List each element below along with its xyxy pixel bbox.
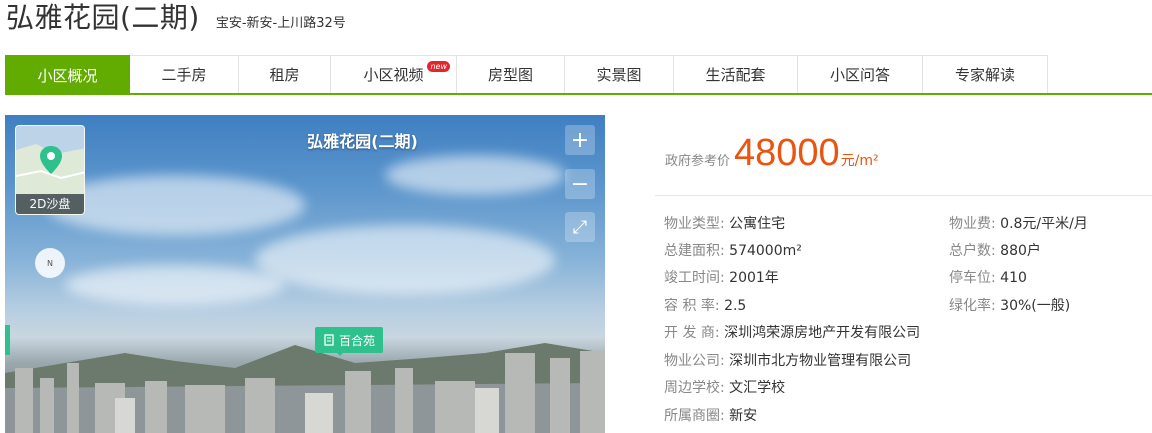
tab-label: 生活配套 bbox=[705, 66, 766, 84]
tab-floor-plans[interactable]: 房型图 bbox=[457, 55, 565, 93]
tab-bar: 小区概况 二手房 租房 小区视频 new 房型图 实景图 生活配套 小区问答 专… bbox=[5, 55, 1152, 95]
info-value: 公寓住宅 bbox=[729, 216, 786, 232]
info-value: 880户 bbox=[1000, 243, 1041, 259]
tab-second-hand[interactable]: 二手房 bbox=[130, 55, 239, 93]
tab-qa[interactable]: 小区问答 bbox=[798, 55, 923, 93]
plus-icon: + bbox=[570, 127, 590, 153]
info-row: 物业公司: 深圳市北方物业管理有限公司 bbox=[664, 353, 911, 369]
side-handle[interactable] bbox=[5, 325, 10, 355]
price-block: 政府参考价 48000 元/m² bbox=[665, 132, 879, 175]
tab-label: 实景图 bbox=[596, 66, 642, 84]
info-value: 新安 bbox=[729, 408, 758, 424]
panorama-viewer[interactable]: 弘雅花园(二期) 2D沙盘 N + − ⤢ 百合苑 bbox=[5, 115, 605, 433]
sandtable-map-button[interactable]: 2D沙盘 bbox=[15, 125, 85, 215]
price-unit: 元/m² bbox=[840, 153, 879, 169]
tab-label: 小区概况 bbox=[37, 67, 98, 85]
building-icon bbox=[324, 334, 334, 346]
info-value: 30%(一般) bbox=[1000, 298, 1071, 314]
price-value: 48000 bbox=[734, 132, 840, 174]
zoom-out-button[interactable]: − bbox=[565, 169, 595, 199]
info-key: 周边学校: bbox=[664, 380, 725, 396]
info-row: 物业费: 0.8元/平米/月 bbox=[949, 216, 1088, 232]
info-row: 停车位: 410 bbox=[949, 270, 1027, 286]
info-value: 深圳鸿荣源房地产开发有限公司 bbox=[724, 325, 921, 341]
page-header: 弘雅花园(二期) 宝安-新安-上川路32号 bbox=[6, 0, 346, 40]
new-badge: new bbox=[427, 61, 450, 72]
info-row: 周边学校: 文汇学校 bbox=[664, 380, 785, 396]
tab-expert[interactable]: 专家解读 bbox=[923, 55, 1048, 93]
address-text: 宝安-新安-上川路32号 bbox=[215, 16, 346, 31]
tab-label: 小区问答 bbox=[829, 66, 890, 84]
info-value: 文汇学校 bbox=[729, 380, 786, 396]
info-key: 容 积 率: bbox=[664, 298, 720, 314]
info-value: 深圳市北方物业管理有限公司 bbox=[729, 353, 912, 369]
info-key: 总户数: bbox=[949, 243, 996, 259]
page-title: 弘雅花园(二期) bbox=[6, 1, 200, 34]
fullscreen-button[interactable]: ⤢ bbox=[565, 212, 595, 242]
map-thumbnail bbox=[16, 126, 84, 196]
cloud bbox=[385, 155, 565, 195]
info-value: 2001年 bbox=[729, 270, 779, 286]
info-value: 2.5 bbox=[724, 298, 747, 314]
info-key: 停车位: bbox=[949, 270, 996, 286]
tab-label: 小区视频 bbox=[363, 66, 424, 84]
info-row: 总建面积: 574000m² bbox=[664, 243, 802, 259]
tab-label: 专家解读 bbox=[954, 66, 1015, 84]
panorama-title: 弘雅花园(二期) bbox=[307, 132, 418, 151]
tab-label: 二手房 bbox=[161, 66, 207, 84]
info-row: 总户数: 880户 bbox=[949, 243, 1041, 259]
info-key: 物业公司: bbox=[664, 353, 725, 369]
info-row: 物业类型: 公寓住宅 bbox=[664, 216, 785, 232]
info-key: 总建面积: bbox=[664, 243, 725, 259]
compass-label: N bbox=[47, 258, 53, 268]
tab-amenities[interactable]: 生活配套 bbox=[674, 55, 798, 93]
info-value: 0.8元/平米/月 bbox=[1000, 216, 1088, 232]
map-label: 2D沙盘 bbox=[16, 194, 84, 214]
compass-icon[interactable]: N bbox=[35, 248, 65, 278]
info-key: 竣工时间: bbox=[664, 270, 725, 286]
city-skyline bbox=[5, 343, 605, 433]
poi-marker[interactable]: 百合苑 bbox=[315, 327, 384, 356]
tab-overview[interactable]: 小区概况 bbox=[5, 55, 130, 95]
cloud bbox=[65, 265, 285, 305]
info-key: 开 发 商: bbox=[664, 325, 720, 341]
poi-label: 百合苑 bbox=[339, 333, 376, 348]
info-key: 物业费: bbox=[949, 216, 996, 232]
info-row: 开 发 商: 深圳鸿荣源房地产开发有限公司 bbox=[664, 325, 920, 341]
tab-photos[interactable]: 实景图 bbox=[565, 55, 674, 93]
info-row: 所属商圈: 新安 bbox=[664, 408, 757, 424]
info-row: 绿化率: 30%(一般) bbox=[949, 298, 1070, 314]
info-row: 容 积 率: 2.5 bbox=[664, 298, 746, 314]
info-value: 574000m² bbox=[729, 243, 802, 259]
price-label: 政府参考价 bbox=[665, 154, 731, 169]
info-row: 竣工时间: 2001年 bbox=[664, 270, 779, 286]
divider bbox=[655, 195, 1152, 196]
tab-label: 房型图 bbox=[487, 66, 533, 84]
tab-video[interactable]: 小区视频 new bbox=[331, 55, 457, 93]
zoom-in-button[interactable]: + bbox=[565, 125, 595, 155]
tab-rent[interactable]: 租房 bbox=[239, 55, 331, 93]
info-key: 所属商圈: bbox=[664, 408, 725, 424]
tab-label: 租房 bbox=[269, 66, 300, 84]
minus-icon: − bbox=[570, 171, 590, 197]
fullscreen-icon: ⤢ bbox=[572, 216, 588, 238]
cloud bbox=[255, 225, 555, 295]
info-key: 绿化率: bbox=[949, 298, 996, 314]
info-value: 410 bbox=[1000, 270, 1027, 286]
info-key: 物业类型: bbox=[664, 216, 725, 232]
